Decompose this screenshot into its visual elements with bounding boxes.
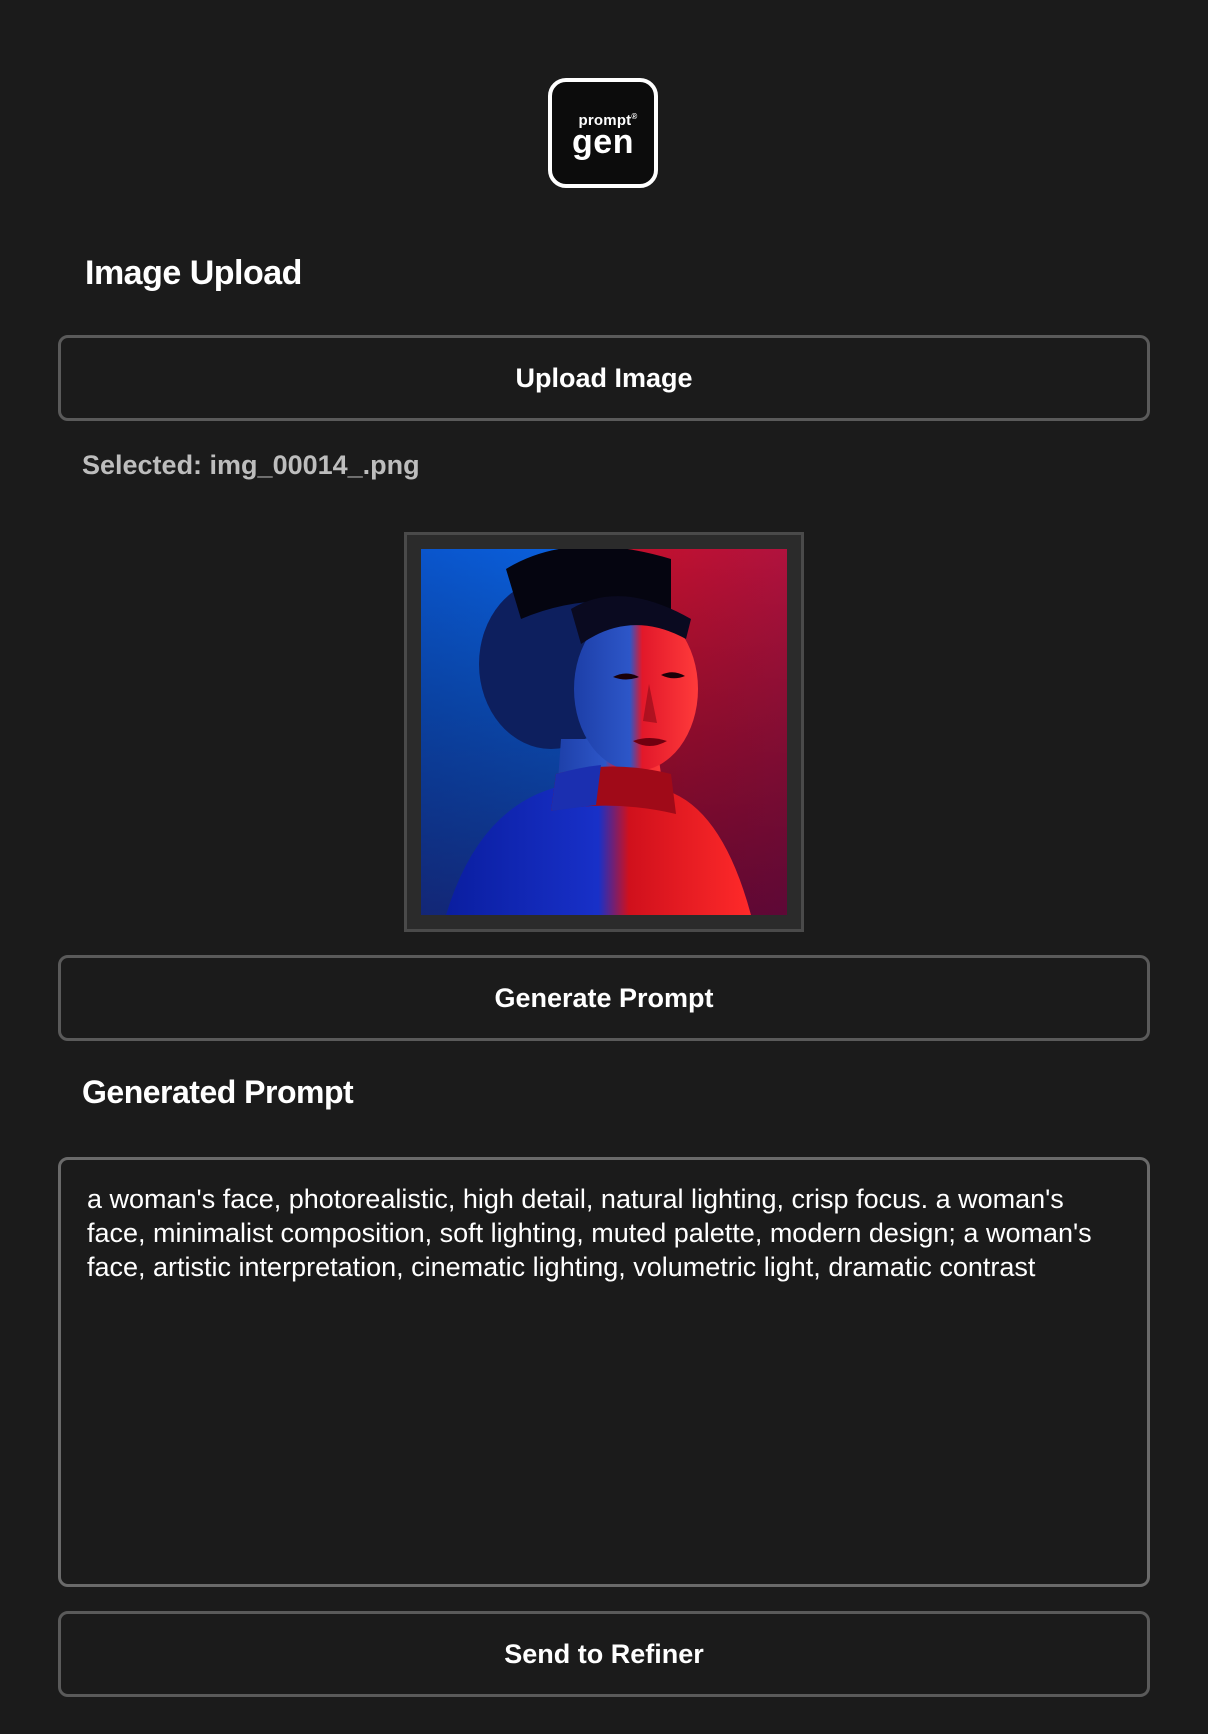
uploaded-image-thumbnail	[421, 549, 787, 915]
selected-file-label: Selected: img_00014_.png	[82, 450, 420, 480]
upload-image-button[interactable]: Upload Image	[58, 335, 1150, 421]
send-to-refiner-button[interactable]: Send to Refiner	[58, 1611, 1150, 1697]
image-preview	[404, 532, 804, 932]
generated-prompt-title: Generated Prompt	[82, 1074, 354, 1110]
image-upload-title: Image Upload	[85, 254, 302, 292]
app-logo: prompt® gen	[548, 78, 658, 188]
generate-prompt-button[interactable]: Generate Prompt	[58, 955, 1150, 1041]
generated-prompt-textarea[interactable]: a woman's face, photorealistic, high det…	[58, 1157, 1150, 1587]
logo-main-text: gen	[572, 122, 634, 161]
